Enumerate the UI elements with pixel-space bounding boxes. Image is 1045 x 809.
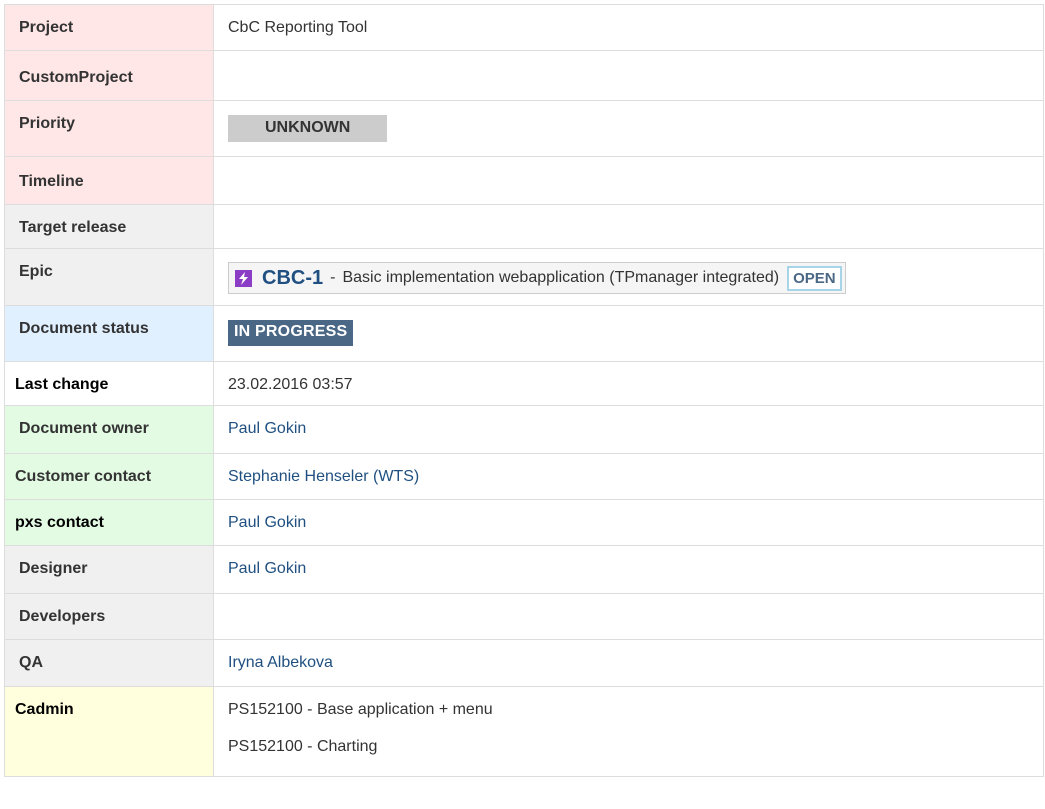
document-status-lozenge: IN PROGRESS (228, 320, 354, 346)
epic-lightning-icon (235, 269, 252, 287)
row-developers: Developers (4, 593, 1044, 640)
label-cell: Document status (4, 305, 214, 362)
target-release-value (214, 205, 1043, 219)
designer-label: Designer (19, 560, 88, 577)
epic-issue-macro[interactable]: CBC-1 - Basic implementation webapplicat… (228, 262, 846, 294)
value-cell: UNKNOWN (213, 100, 1044, 157)
row-designer: Designer Paul Gokin (4, 545, 1044, 594)
row-timeline: Timeline (4, 156, 1044, 205)
label-cell: Last change (4, 361, 214, 406)
value-cell: Paul Gokin (213, 545, 1044, 594)
value-cell: PS152100 - Base application + menu PS152… (213, 686, 1044, 777)
document-owner-label: Document owner (19, 420, 149, 437)
epic-issue-key-link[interactable]: CBC-1 (262, 267, 323, 290)
custom-project-label: CustomProject (19, 69, 133, 86)
value-cell (213, 204, 1044, 249)
row-cadmin: Cadmin PS152100 - Base application + men… (4, 686, 1044, 777)
value-cell: CBC-1 - Basic implementation webapplicat… (213, 248, 1044, 306)
last-change-value: 23.02.2016 03:57 (228, 376, 353, 393)
custom-project-value (214, 51, 1043, 65)
row-custom-project: CustomProject (4, 50, 1044, 101)
label-cell: Epic (4, 248, 214, 306)
epic-separator: - (330, 269, 336, 286)
project-value: CbC Reporting Tool (228, 19, 368, 36)
row-pxs-contact: pxs contact Paul Gokin (4, 499, 1044, 546)
cadmin-item-base-application: PS152100 - Base application + menu (228, 701, 493, 718)
document-owner-link[interactable]: Paul Gokin (214, 406, 1043, 438)
cadmin-label: Cadmin (15, 701, 74, 718)
priority-status-lozenge: UNKNOWN (228, 115, 388, 142)
epic-status-lozenge: OPEN (787, 265, 842, 291)
document-status-label: Document status (19, 320, 149, 337)
designer-link[interactable]: Paul Gokin (214, 546, 1043, 578)
priority-label: Priority (19, 115, 76, 132)
value-cell: Paul Gokin (213, 405, 1044, 454)
row-document-status: Document status IN PROGRESS (4, 305, 1044, 362)
project-label: Project (19, 19, 74, 36)
value-cell (213, 593, 1044, 640)
row-target-release: Target release (4, 204, 1044, 249)
label-cell: Target release (4, 204, 214, 249)
row-project: Project CbC Reporting Tool (4, 4, 1044, 51)
cadmin-item-charting: PS152100 - Charting (228, 738, 378, 755)
row-epic: Epic CBC-1 - Basic implementation webapp… (4, 248, 1044, 306)
epic-summary: Basic implementation webapplication (TPm… (342, 269, 780, 286)
row-customer-contact: Customer contact Stephanie Henseler (WTS… (4, 453, 1044, 500)
label-cell: Customer contact (4, 453, 214, 500)
developers-value (214, 594, 1043, 608)
label-cell: pxs contact (4, 499, 214, 546)
label-cell: Project (4, 4, 214, 51)
qa-label: QA (19, 654, 43, 671)
timeline-label: Timeline (19, 173, 84, 190)
target-release-label: Target release (19, 219, 127, 236)
value-cell: Stephanie Henseler (WTS) (213, 453, 1044, 500)
document-metadata-table: Project CbC Reporting Tool CustomProject… (4, 4, 1044, 777)
row-priority: Priority UNKNOWN (4, 100, 1044, 157)
value-cell: Paul Gokin (213, 499, 1044, 546)
developers-label: Developers (19, 608, 106, 625)
customer-contact-label: Customer contact (15, 468, 152, 485)
pxs-contact-link[interactable]: Paul Gokin (214, 500, 1043, 532)
row-document-owner: Document owner Paul Gokin (4, 405, 1044, 454)
row-last-change: Last change 23.02.2016 03:57 (4, 361, 1044, 406)
value-cell (213, 50, 1044, 101)
last-change-label: Last change (15, 376, 109, 393)
label-cell: Document owner (4, 405, 214, 454)
label-cell: QA (4, 639, 214, 687)
epic-label: Epic (19, 263, 53, 280)
label-cell: Developers (4, 593, 214, 640)
label-cell: Designer (4, 545, 214, 594)
value-cell: Iryna Albekova (213, 639, 1044, 687)
label-cell: Cadmin (4, 686, 214, 777)
label-cell: CustomProject (4, 50, 214, 101)
timeline-value (214, 157, 1043, 171)
label-cell: Priority (4, 100, 214, 157)
value-cell: IN PROGRESS (213, 305, 1044, 362)
value-cell (213, 156, 1044, 205)
row-qa: QA Iryna Albekova (4, 639, 1044, 687)
label-cell: Timeline (4, 156, 214, 205)
value-cell: 23.02.2016 03:57 (213, 361, 1044, 406)
customer-contact-link[interactable]: Stephanie Henseler (WTS) (214, 454, 1043, 486)
qa-link[interactable]: Iryna Albekova (214, 640, 1043, 672)
value-cell: CbC Reporting Tool (213, 4, 1044, 51)
pxs-contact-label: pxs contact (15, 514, 104, 531)
